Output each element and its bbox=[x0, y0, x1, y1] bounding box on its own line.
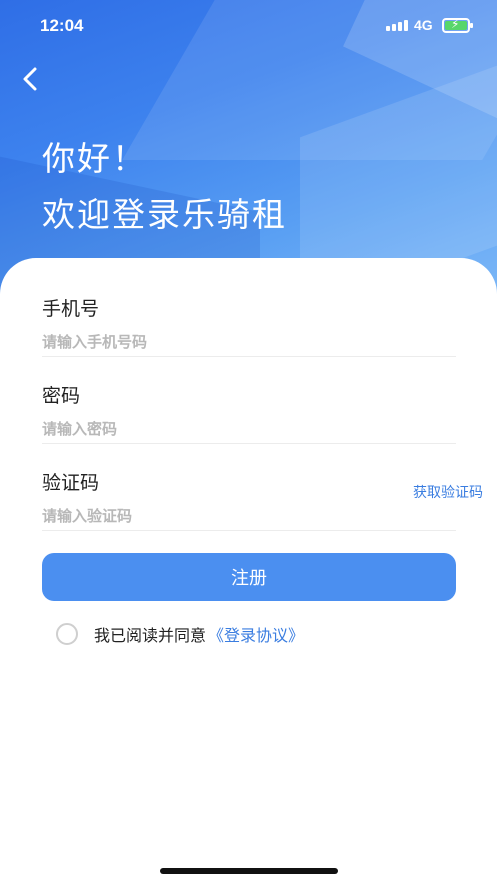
password-input[interactable] bbox=[42, 417, 342, 441]
phone-input[interactable] bbox=[42, 330, 342, 354]
signal-icon bbox=[386, 20, 408, 31]
battery-charging-icon: ⚡ bbox=[442, 17, 473, 33]
code-field: 验证码 bbox=[42, 444, 456, 531]
password-field: 密码 bbox=[42, 357, 456, 444]
home-indicator bbox=[160, 868, 338, 874]
phone-field: 手机号 bbox=[42, 270, 456, 357]
status-bar: 12:04 4G ⚡ bbox=[0, 0, 497, 52]
agreement-text: 我已阅读并同意 bbox=[94, 626, 207, 645]
get-code-button[interactable]: 获取验证码 bbox=[413, 482, 483, 502]
agreement-link[interactable]: 《登录协议》 bbox=[208, 622, 304, 646]
phone-label: 手机号 bbox=[42, 298, 100, 320]
agreement-row: 我已阅读并同意 《登录协议》 bbox=[56, 622, 304, 646]
network-type: 4G bbox=[414, 17, 433, 33]
status-time: 12:04 bbox=[40, 16, 84, 35]
code-input[interactable] bbox=[42, 504, 342, 528]
back-chevron-icon[interactable] bbox=[14, 62, 48, 96]
code-label: 验证码 bbox=[42, 472, 100, 494]
login-form-card: 手机号 密码 验证码 获取验证码 注册 我已阅读并同意 《登录协议》 bbox=[0, 258, 497, 883]
charging-bolt-icon: ⚡ bbox=[451, 17, 460, 31]
register-button[interactable]: 注册 bbox=[42, 553, 456, 601]
greeting-title: 你好！ bbox=[42, 139, 147, 178]
agreement-checkbox[interactable] bbox=[56, 623, 78, 645]
welcome-title: 欢迎登录乐骑租 bbox=[42, 195, 287, 234]
password-label: 密码 bbox=[42, 385, 81, 407]
